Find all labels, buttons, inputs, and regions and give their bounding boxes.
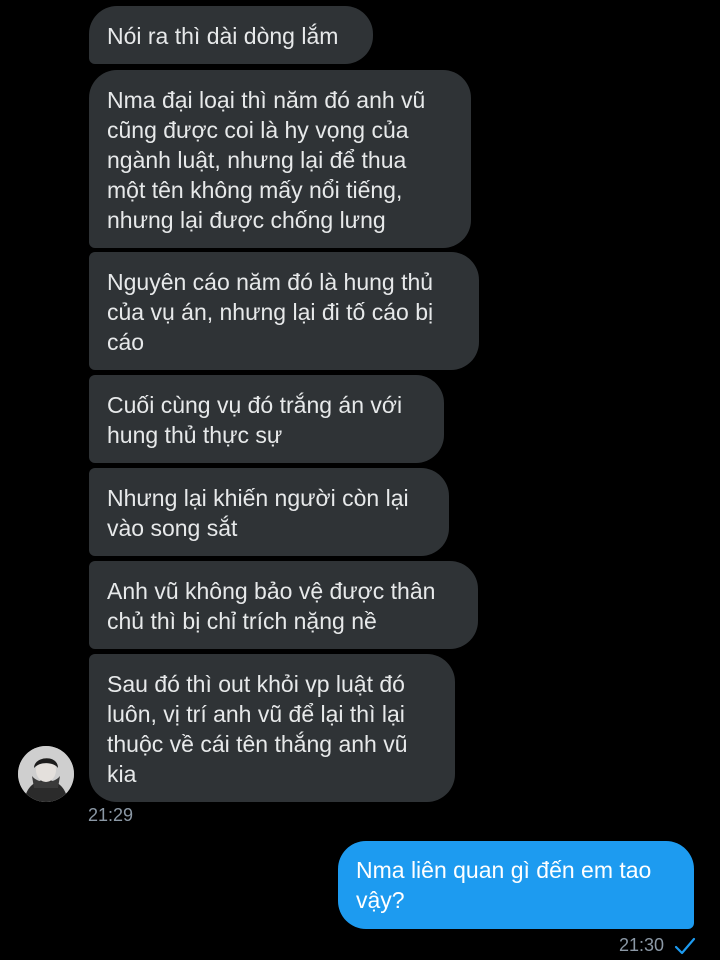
incoming-message[interactable]: Sau đó thì out khỏi vp luật đó luôn, vị … — [89, 654, 455, 802]
sender-avatar[interactable] — [18, 746, 74, 802]
incoming-message[interactable]: Nhưng lại khiến người còn lại vào song s… — [89, 468, 449, 556]
incoming-message[interactable]: Nma đại loại thì năm đó anh vũ cũng được… — [89, 70, 471, 248]
check-icon — [674, 937, 696, 955]
incoming-message[interactable]: Nguyên cáo năm đó là hung thủ của vụ án,… — [89, 252, 479, 370]
user-avatar-icon — [18, 746, 74, 802]
incoming-message[interactable]: Anh vũ không bảo vệ được thân chủ thì bị… — [89, 561, 478, 649]
incoming-message[interactable]: Nói ra thì dài dòng lắm — [89, 6, 373, 64]
outgoing-timestamp: 21:30 — [619, 935, 665, 955]
incoming-message[interactable]: Cuối cùng vụ đó trắng án với hung thủ th… — [89, 375, 444, 463]
incoming-timestamp: 21:29 — [88, 805, 134, 825]
outgoing-message[interactable]: Nma liên quan gì đến em tao vậy? — [338, 841, 694, 929]
message-thread: Nói ra thì dài dòng lắm Nma đại loại thì… — [0, 0, 720, 960]
